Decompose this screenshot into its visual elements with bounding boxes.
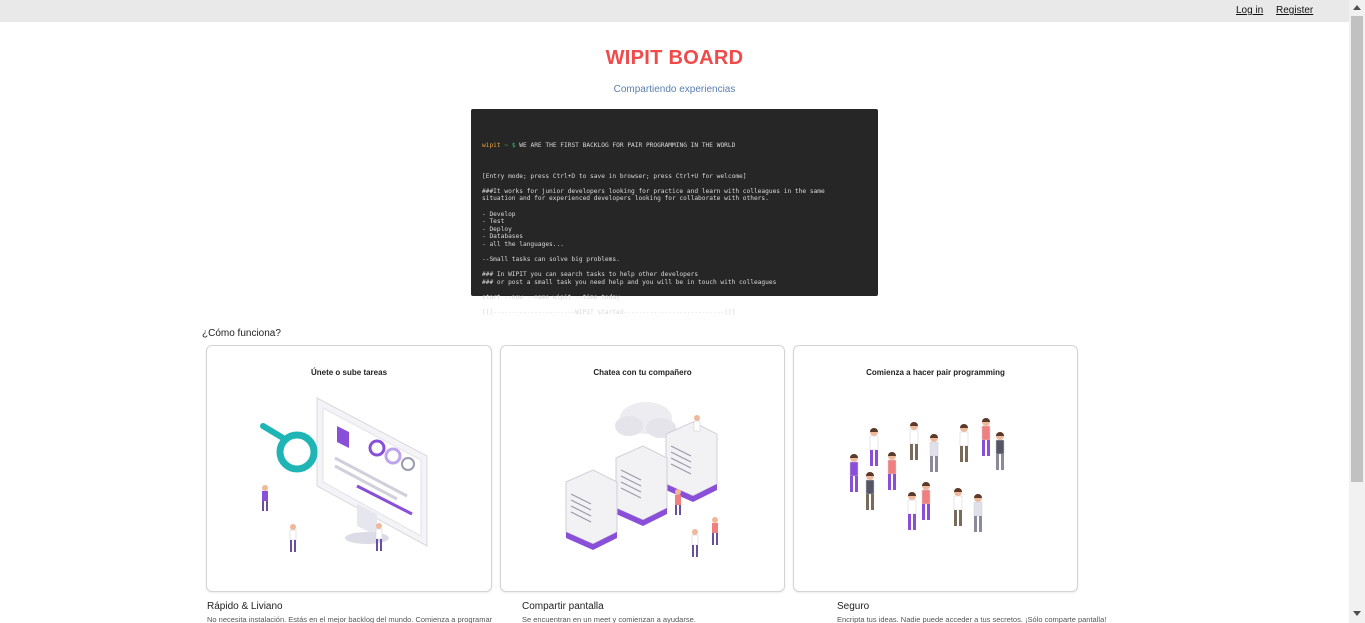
person-figure (959, 424, 969, 462)
terminal-headline: WE ARE THE FIRST BACKLOG FOR PAIR PROGRA… (519, 142, 736, 150)
terminal-prompt-user: wipit (482, 142, 501, 150)
card-title: Únete o sube tareas (310, 368, 388, 377)
person-figure (995, 432, 1005, 470)
feature-card-join: Únete o sube tareas (206, 345, 492, 592)
terminal-prompt-symbol: ~ $ (504, 142, 516, 150)
feature-title-secure: Seguro (837, 601, 870, 612)
feature-desc-screen: Se encuentran en un meet y comienzan a a… (522, 615, 696, 623)
person-figure (921, 482, 931, 520)
terminal-line: [Entry mode; press Ctrl+D to save in bro… (482, 172, 747, 180)
feature-desc-secure: Encripta tus ideas. Nadie puede acceder … (837, 615, 1107, 623)
login-link[interactable]: Log in (1236, 5, 1263, 16)
person-figure (929, 434, 939, 472)
scroll-up-icon[interactable] (1353, 5, 1361, 10)
feature-card-chat: Chatea con tu compañero (500, 345, 785, 592)
terminal-line: - Test (482, 218, 505, 226)
terminal-line: - Develop (482, 210, 516, 218)
terminal-line: [[[----------------------WIPIT started--… (482, 309, 736, 317)
person-figure (981, 418, 991, 456)
feature-title-fast: Rápido & Liviano (207, 601, 283, 612)
terminal-first-line: wipit ~ $ WE ARE THE FIRST BACKLOG FOR P… (482, 142, 867, 150)
card-title: Comienza a hacer pair programming (866, 368, 1005, 377)
terminal-line: --Small tasks can solve big problems. (482, 256, 620, 264)
register-link[interactable]: Register (1276, 5, 1313, 16)
page-scrollbar[interactable] (1349, 0, 1365, 623)
scrollbar-thumb[interactable] (1351, 16, 1363, 482)
person-figure (953, 488, 963, 526)
feature-card-pair: Comienza a hacer pair programming (793, 345, 1078, 592)
person-figure (849, 454, 859, 492)
terminal-window: wipit ~ $ WE ARE THE FIRST BACKLOG FOR P… (471, 109, 878, 316)
terminal-output: [Entry mode; press Ctrl+D to save in bro… (482, 165, 867, 317)
page-title: WIPIT BOARD (605, 47, 744, 69)
person-figure (869, 428, 879, 466)
people-group-illustration (849, 418, 1005, 532)
scroll-down-icon[interactable] (1353, 611, 1361, 616)
page-subtitle: Compartiendo experiencias (613, 84, 736, 95)
person-figure (865, 472, 875, 510)
person-figure (907, 492, 917, 530)
feature-title-screen: Compartir pantalla (522, 601, 604, 612)
terminal-line: ### In WIPIT you can search tasks to hel… (482, 271, 699, 279)
terminal-line: - Deploy (482, 225, 512, 233)
top-navbar: Log in Register (0, 0, 1349, 22)
terminal-line: ### or post a small task you need help a… (482, 278, 777, 286)
person-figure (887, 452, 897, 490)
terminal-line: ###It works for junior developers lookin… (482, 187, 825, 195)
feature-desc-fast: No necesita instalación. Estás en el mej… (207, 615, 493, 623)
terminal-line: - all the languages... (482, 240, 564, 248)
terminal-line: start --now --name wipit --time today (482, 294, 620, 302)
terminal-line: - Databases (482, 233, 523, 241)
person-figure (973, 494, 983, 532)
person-figure (909, 422, 919, 460)
servers-cloud-illustration (565, 402, 718, 557)
dashboard-magnifier-illustration (260, 397, 428, 552)
terminal-line: situation and for experienced developers… (482, 195, 769, 203)
card-title: Chatea con tu compañero (593, 368, 692, 377)
how-it-works-label: ¿Cómo funciona? (202, 328, 281, 339)
